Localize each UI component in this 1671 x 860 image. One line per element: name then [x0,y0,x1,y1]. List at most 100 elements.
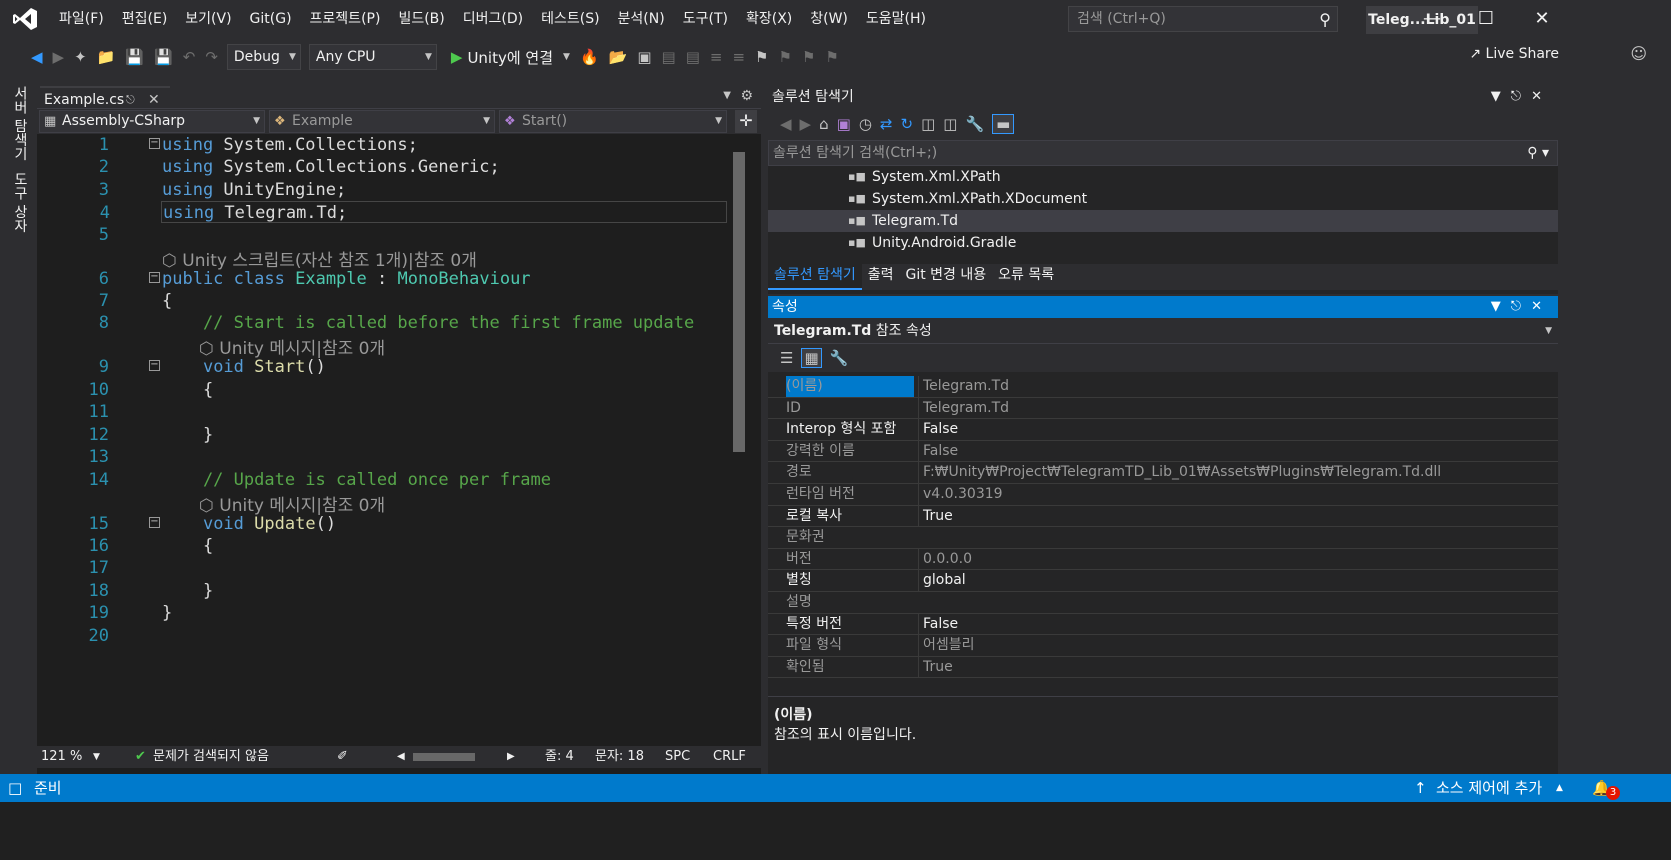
panel-tab[interactable]: 솔루션 탐색기 [768,264,862,290]
horizontal-scrollbar-thumb[interactable] [413,753,475,761]
solution-tree-item[interactable]: ▪■ Telegram.Td [768,210,1558,232]
menu-item[interactable]: 도구(T) [674,0,737,38]
play-icon[interactable]: ▶ [451,48,463,66]
code-line[interactable]: 3 using UnityEngine; [61,179,729,201]
code-line[interactable]: 10 { [61,379,729,401]
properties-wrench-icon[interactable]: 🔧 [965,115,984,133]
solution-config-select[interactable]: Debug ▼ [226,44,301,70]
property-row[interactable]: (이름) Telegram.Td [768,376,1558,398]
code-line[interactable]: 19} [61,602,729,624]
collapse-all-icon[interactable]: ◫ [921,115,935,133]
clear-bookmarks-icon[interactable]: ⚑ [825,48,838,66]
chevron-down-icon[interactable]: ▼ [93,746,100,768]
live-share-button[interactable]: ↗ Live Share [1469,46,1559,62]
menu-item[interactable]: 디버그(D) [454,0,532,38]
property-value[interactable]: True [918,505,1558,527]
object-selector[interactable]: Telegram.Td 참조 속성 ▼ [768,318,1558,344]
property-row[interactable]: ID Telegram.Td [768,397,1558,420]
codelens-info[interactable]: ⬡ Unity 메시지|참조 0개 [199,491,385,516]
show-all-files-icon[interactable]: ◫ [943,115,957,133]
comment-icon[interactable]: ▤ [662,48,676,66]
property-row[interactable]: 파일 형식 어셈블리 [768,635,1558,657]
forward-icon[interactable]: ▶ [53,48,65,66]
platform-select[interactable]: Any CPU ▼ [308,44,437,70]
scrollbar-thumb[interactable] [733,152,745,452]
solution-tree-item[interactable]: ▪■ System.Xml.XPath [768,166,1558,188]
issues-status[interactable]: 문제가 검색되지 않음 [153,746,269,768]
collapse-icon[interactable]: − [149,517,160,528]
feedback-icon[interactable]: ☺ [1630,44,1647,63]
browser-icon[interactable]: ▣ [637,48,651,66]
line-ending[interactable]: CRLF [713,746,746,768]
chevron-up-icon[interactable]: ▲ [1556,774,1563,802]
property-value[interactable]: False [918,613,1558,635]
hot-reload-icon[interactable]: 🔥 [580,48,599,66]
property-row[interactable]: 설명 [768,592,1558,614]
switch-views-icon[interactable]: ▣ [837,115,851,133]
vertical-scrollbar[interactable] [729,134,749,746]
code-line[interactable]: 18 } [61,580,729,602]
property-row[interactable]: 버전 0.0.0.0 [768,548,1558,571]
new-project-icon[interactable]: ✦ [74,48,87,66]
whitespace-mode[interactable]: SPC [665,746,690,768]
code-line[interactable]: 20 [61,625,729,647]
next-bookmark-icon[interactable]: ⚑ [802,48,815,66]
codelens-info[interactable]: ⬡ Unity 메시지|참조 0개 [199,334,385,359]
outdent-icon[interactable]: ≡ [732,48,745,66]
code-line[interactable]: 6 − public class Example : MonoBehaviour [61,268,729,290]
save-all-icon[interactable]: 💾 [154,48,173,66]
menu-item[interactable]: 편집(E) [113,0,177,38]
code-line[interactable]: 13 [61,446,729,468]
zoom-level[interactable]: 121 % [41,746,82,768]
close-panel-icon[interactable]: ✕ [1531,89,1552,104]
redo-icon[interactable]: ↷ [205,48,218,66]
property-row[interactable]: 경로 F:₩Unity₩Project₩TelegramTD_Lib_01₩Ass… [768,462,1558,484]
indent-icon[interactable]: ≡ [710,48,723,66]
property-row[interactable]: 확인됨 True [768,656,1558,679]
run-button[interactable]: Unity에 연결 [467,47,553,68]
alphabetical-icon[interactable]: ▦ [801,348,822,368]
preview-selected-icon[interactable]: ▬ [992,114,1015,134]
maximize-button[interactable]: ☐ [1456,0,1516,38]
back-icon[interactable]: ◀ [31,48,43,66]
menu-item[interactable]: 테스트(S) [532,0,608,38]
close-window-button[interactable]: ✕ [1512,0,1572,38]
panel-tab[interactable]: Git 변경 내용 [900,264,993,290]
code-line[interactable]: 16 { [61,535,729,557]
source-control-button[interactable]: 소스 제어에 추가 [1436,774,1542,802]
code-line[interactable]: 7{ [61,290,729,312]
solution-tree-item[interactable]: ▪■ Unity.Android.Gradle [768,232,1558,254]
uncomment-icon[interactable]: ▤ [686,48,700,66]
menu-item[interactable]: 도움말(H) [857,0,935,38]
forward-icon[interactable]: ▶ [800,115,812,133]
member-dropdown[interactable]: ❖ Start() ▼ [499,110,727,133]
code-line[interactable]: 15 − void Update() [61,513,729,535]
panel-tab[interactable]: 출력 [862,264,900,290]
scroll-right-icon[interactable]: ▶ [507,746,515,768]
property-row[interactable]: Interop 형식 포함 False [768,419,1558,441]
panel-tab[interactable]: 오류 목록 [992,264,1060,290]
menu-item[interactable]: 프로젝트(P) [301,0,390,38]
property-value[interactable]: global [918,570,1558,592]
categorized-icon[interactable]: ☰ [780,349,793,367]
solution-search-input[interactable]: 솔루션 탐색기 검색(Ctrl+;) ⚲ ▾ [768,140,1558,166]
collapse-icon[interactable]: − [149,138,160,149]
property-row[interactable]: 별칭 global [768,570,1558,592]
toolbox-tab[interactable]: 도구 상자 [10,172,30,232]
code-line[interactable]: 2 using System.Collections.Generic; [61,156,729,178]
tab-list-dropdown-icon[interactable]: ▼ [723,90,731,101]
menu-item[interactable]: 창(W) [801,0,857,38]
collapse-icon[interactable]: − [149,272,160,283]
property-row[interactable]: 문화권 [768,527,1558,549]
property-value[interactable]: False [918,419,1558,441]
open-folder-icon[interactable]: 📁 [97,48,116,66]
collapse-icon[interactable]: − [149,360,160,371]
project-dropdown[interactable]: ▦ Assembly-CSharp ▼ [39,110,265,133]
solution-tree-item[interactable]: ▪■ System.Xml.XPath.XDocument [768,188,1558,210]
property-row[interactable]: 강력한 이름 False [768,440,1558,463]
property-row[interactable]: 특정 버전 False [768,613,1558,636]
panel-menu-icon[interactable]: ▼ [1491,299,1511,314]
code-line[interactable]: 4 using Telegram.Td; [100,201,727,223]
code-line[interactable]: 17 [61,557,729,579]
code-line[interactable]: 8 // Start is called before the first fr… [61,312,729,334]
